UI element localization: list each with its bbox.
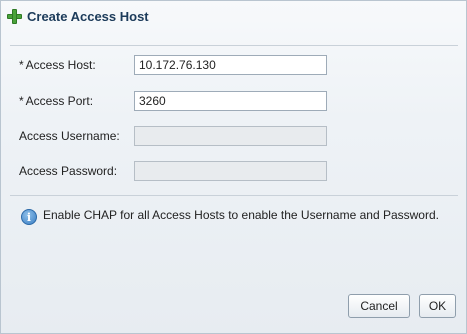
access-password-input xyxy=(134,161,327,181)
access-username-input xyxy=(134,126,327,146)
access-port-row: * Access Port: xyxy=(1,91,466,111)
top-divider xyxy=(10,45,458,46)
info-text: Enable CHAP for all Access Hosts to enab… xyxy=(43,208,439,222)
access-password-row: Access Password: xyxy=(1,161,466,181)
create-access-host-dialog: Create Access Host *Access Host: *Access… xyxy=(0,0,467,334)
access-host-label: * Access Host: xyxy=(19,58,96,72)
access-port-label: * Access Port: xyxy=(19,94,93,108)
middle-divider xyxy=(10,195,458,196)
info-message: i Enable CHAP for all Access Hosts to en… xyxy=(21,208,441,225)
access-host-input[interactable] xyxy=(134,55,327,75)
required-marker: * xyxy=(19,94,24,108)
access-password-label: Access Password: xyxy=(19,164,118,178)
ok-button[interactable]: OK xyxy=(419,294,456,318)
access-host-row: * Access Host: xyxy=(1,55,466,75)
access-username-label: Access Username: xyxy=(19,129,120,143)
access-username-row: Access Username: xyxy=(1,126,466,146)
dialog-title-bar: Create Access Host xyxy=(1,1,466,31)
access-host-label-text: Access Host: xyxy=(25,58,96,72)
access-port-label-text: Access Port: xyxy=(25,94,94,108)
access-port-input[interactable] xyxy=(134,91,327,111)
cancel-button[interactable]: Cancel xyxy=(348,294,410,318)
dialog-title: Create Access Host xyxy=(27,8,149,24)
required-marker: * xyxy=(19,58,24,72)
plus-icon xyxy=(7,8,22,24)
info-icon: i xyxy=(21,209,37,225)
